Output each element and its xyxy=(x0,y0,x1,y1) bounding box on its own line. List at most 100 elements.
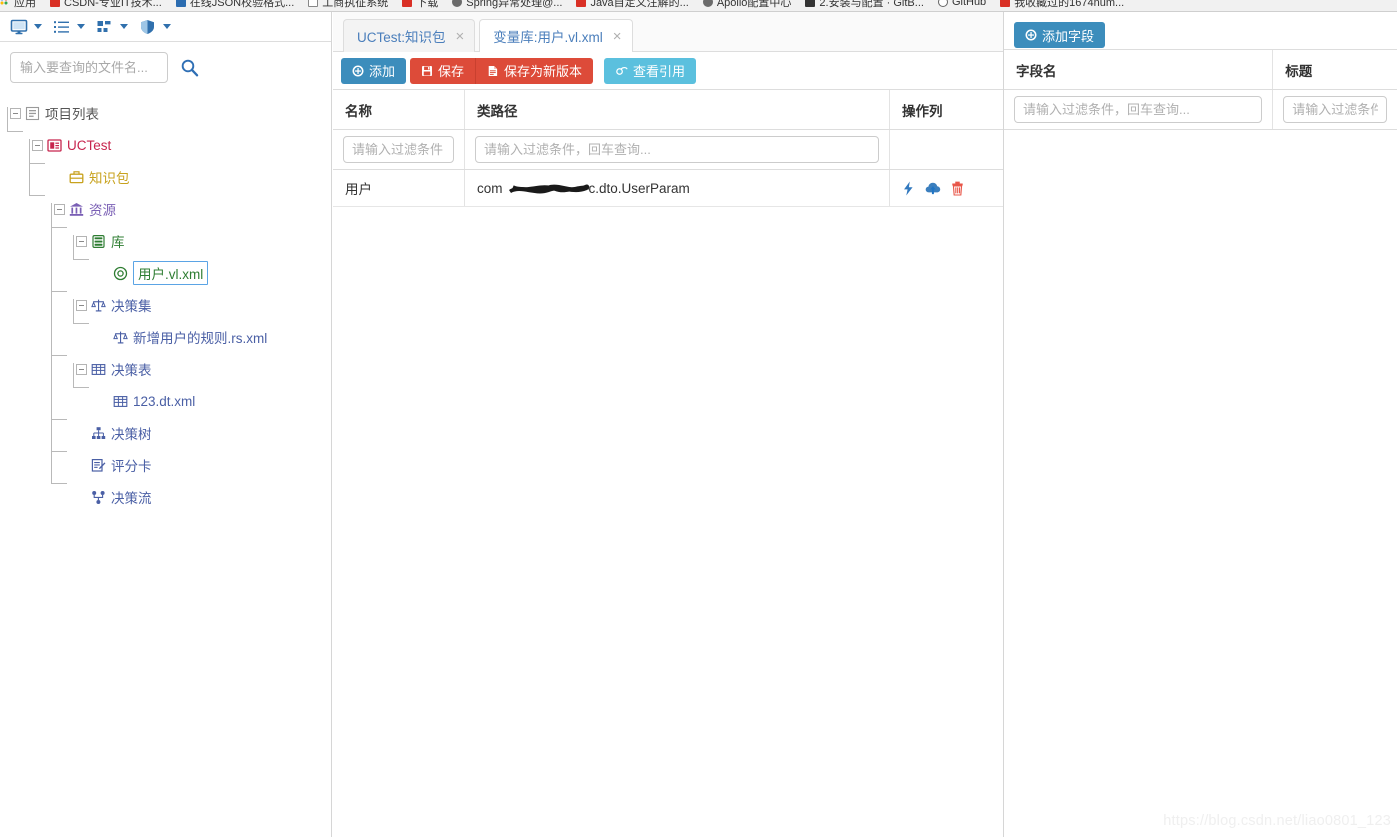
tree-item-12[interactable]: 决策流 xyxy=(8,481,331,513)
filter-input-name[interactable] xyxy=(343,136,454,163)
search-input[interactable] xyxy=(10,52,168,83)
square-icon xyxy=(308,0,319,7)
chevron-down-icon[interactable] xyxy=(34,24,42,29)
dots-icon xyxy=(0,0,10,7)
filter-input-field-name[interactable] xyxy=(1014,96,1263,123)
tree-item-label: 新增用户的规则.rs.xml xyxy=(133,331,268,346)
tree-item-4[interactable]: 库 xyxy=(8,225,331,257)
field-grid-filter-row xyxy=(1004,90,1397,130)
document-save-icon xyxy=(487,65,499,77)
add-field-button[interactable]: 添加字段 xyxy=(1014,22,1106,48)
tree-collapse-toggle[interactable] xyxy=(10,107,21,119)
tree-item-label: 评分卡 xyxy=(111,459,152,474)
tree-collapse-toggle[interactable] xyxy=(32,139,43,151)
add-button-label: 添加 xyxy=(369,64,396,79)
tree-item-2[interactable]: 知识包 xyxy=(8,161,331,193)
cloud-upload-icon[interactable] xyxy=(925,181,941,195)
bookmark-item[interactable]: CSDN-专业IT技术... xyxy=(50,0,162,9)
chevron-down-icon[interactable] xyxy=(120,24,128,29)
sidebar-toolbar-shield-group[interactable] xyxy=(139,19,171,35)
delete-icon[interactable] xyxy=(951,181,964,196)
save-as-new-version-button-label: 保存为新版本 xyxy=(504,64,583,79)
tree-item-7[interactable]: 新增用户的规则.rs.xml xyxy=(8,321,331,353)
csdn-icon xyxy=(576,0,587,7)
bookmark-item[interactable]: Apollo配置中心 xyxy=(702,0,791,9)
column-header-classpath[interactable]: 类路径 xyxy=(465,90,890,129)
bookmark-label: GitHub xyxy=(951,0,987,8)
tree-collapse-toggle[interactable] xyxy=(76,235,87,247)
bookmark-label: CSDN-专业IT技术... xyxy=(64,0,162,9)
tree-item-1[interactable]: UCTest xyxy=(8,129,331,161)
bookmark-item[interactable]: 我收藏过的1674num... xyxy=(1000,0,1124,9)
tree-item-5[interactable]: 用户.vl.xml xyxy=(8,257,331,289)
bookmark-item[interactable]: 在线JSON校验格式... xyxy=(175,0,295,9)
bookmark-item[interactable]: 2.安装与配置 · GitB... xyxy=(805,0,924,9)
class-path-grid: 名称 类路径 操作列 用户 com c.dto.UserParam xyxy=(333,89,1003,207)
bookmark-item[interactable]: Spring异常处理@... xyxy=(452,0,562,9)
plus-circle-icon xyxy=(352,65,364,77)
tree-connector xyxy=(73,323,89,324)
tree-connector xyxy=(73,259,89,260)
tree-connector xyxy=(51,291,67,292)
bookmark-item[interactable]: Java自定义注解的... xyxy=(576,0,689,9)
bookmark-item[interactable]: GitHub xyxy=(937,0,987,8)
decision-flow-icon xyxy=(91,490,106,505)
search-icon[interactable] xyxy=(180,58,199,77)
tree-collapse-toggle[interactable] xyxy=(76,363,87,375)
bookmark-item[interactable]: 应用 xyxy=(0,0,36,9)
column-header-name[interactable]: 名称 xyxy=(333,90,465,129)
tree-item-3[interactable]: 资源 xyxy=(8,193,331,225)
sidebar-toolbar-monitor-group[interactable] xyxy=(10,19,42,35)
tree-connector xyxy=(51,483,67,484)
chevron-down-icon[interactable] xyxy=(77,24,85,29)
bookmark-item[interactable]: 下载 xyxy=(402,0,438,9)
filter-input-classpath[interactable] xyxy=(475,136,879,163)
floppy-save-icon xyxy=(421,65,433,77)
close-icon[interactable]: × xyxy=(456,29,465,44)
add-field-button-label: 添加字段 xyxy=(1042,28,1095,44)
gray-icon xyxy=(452,0,463,7)
filter-cell-actions xyxy=(890,130,1002,169)
editor-tab[interactable]: UCTest:知识包 × xyxy=(343,19,476,52)
close-icon[interactable]: × xyxy=(613,29,622,44)
bookmark-item[interactable]: 工商执征系统 xyxy=(308,0,388,9)
sidebar-toolbar-list-group[interactable] xyxy=(53,19,85,35)
save-button[interactable]: 保存 xyxy=(410,57,476,84)
add-button[interactable]: 添加 xyxy=(341,57,407,84)
column-header-title[interactable]: 标题 xyxy=(1273,50,1397,89)
tree-item-6[interactable]: 决策集 xyxy=(8,289,331,321)
tree-item-0[interactable]: 项目列表 xyxy=(8,97,331,129)
blog-watermark: https://blog.csdn.net/liao0801_123 xyxy=(1163,813,1391,829)
filter-input-title[interactable] xyxy=(1283,96,1387,123)
tree-item-11[interactable]: 评分卡 xyxy=(8,449,331,481)
scorecard-icon xyxy=(91,458,106,473)
bookmark-label: 在线JSON校验格式... xyxy=(189,0,295,9)
tree-item-9[interactable]: 123.dt.xml xyxy=(8,385,331,417)
sidebar-toolbar-grid-group[interactable] xyxy=(96,19,128,35)
tree-item-10[interactable]: 决策树 xyxy=(8,417,331,449)
redaction-scribble-icon xyxy=(509,184,590,194)
filter-cell-name xyxy=(333,130,465,169)
browser-bookmark-bar: 应用 CSDN-专业IT技术... 在线JSON校验格式... 工商执征系统 下载 Spr… xyxy=(0,0,1397,12)
tree-item-8[interactable]: 决策表 xyxy=(8,353,331,385)
chevron-down-icon[interactable] xyxy=(163,24,171,29)
column-header-actions[interactable]: 操作列 xyxy=(890,90,1002,129)
project-icon xyxy=(47,138,62,153)
tree-connector xyxy=(29,163,45,164)
sidebar-toolbar xyxy=(0,12,331,42)
tree-connector xyxy=(51,451,67,452)
project-sidebar: 项目列表 UCTest 知识包资源库用户.vl.xml 决策集新增用户的规则.rs.x… xyxy=(0,12,332,837)
save-as-new-version-button[interactable]: 保存为新版本 xyxy=(475,57,594,84)
table-row[interactable]: 用户 com c.dto.UserParam xyxy=(333,170,1003,207)
column-header-field-name[interactable]: 字段名 xyxy=(1004,50,1274,89)
editor-tab[interactable]: 变量库:用户.vl.xml × xyxy=(479,19,633,52)
link-loop-icon xyxy=(615,65,628,77)
tree-collapse-toggle[interactable] xyxy=(54,203,65,215)
tree-collapse-toggle[interactable] xyxy=(76,299,87,311)
bank-icon xyxy=(69,202,84,217)
lightning-icon[interactable] xyxy=(902,180,915,196)
view-reference-button[interactable]: 查看引用 xyxy=(604,57,697,84)
